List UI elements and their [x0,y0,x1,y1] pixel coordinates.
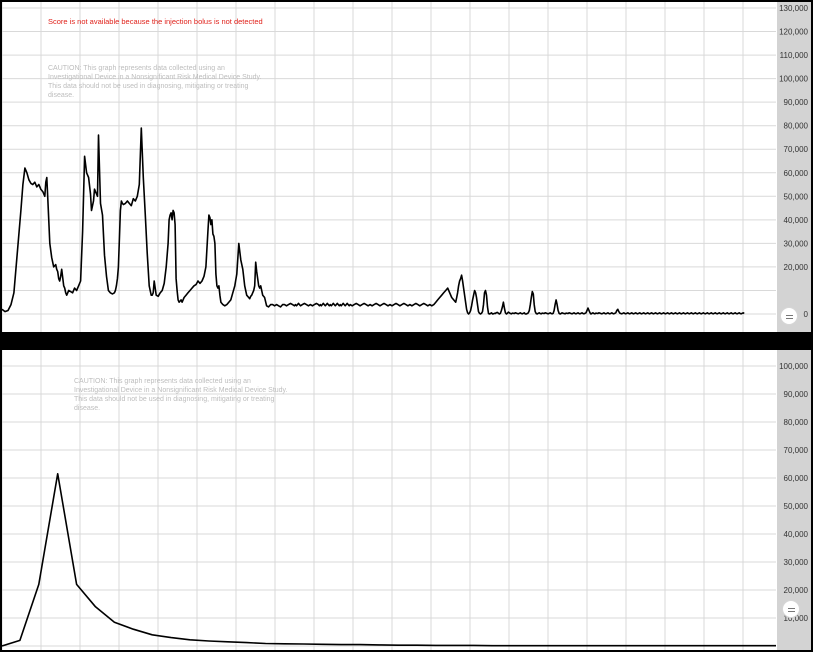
y-tick-label: 90,000 [784,98,809,107]
y-tick-label: 30,000 [784,558,809,567]
y-tick-label: 40,000 [784,530,809,539]
series-line [2,127,745,315]
y-tick-label: 130,000 [779,4,808,13]
y-tick-label: 60,000 [784,169,809,178]
reset-zoom-button[interactable] [782,600,800,618]
y-tick-label: 110,000 [780,51,809,60]
y-tick-label: 60,000 [784,474,809,483]
y-tick-label: 0 [804,310,809,319]
y-tick-label: 20,000 [784,263,809,272]
y-tick-label: 120,000 [779,28,808,37]
score-warning: Score is not available because the injec… [48,17,263,26]
top-chart-panel: 0 20,000 30,000 40,000 50,000 60,000 70,000 80,… [0,0,813,334]
y-tick-label: 90,000 [784,390,809,399]
y-tick-label: 80,000 [784,122,809,131]
caution-notice: CAUTION: This graph represents data coll… [48,65,262,99]
y-tick-label: 30,000 [784,239,809,248]
y-tick-label: 100,000 [779,75,808,84]
reset-zoom-button[interactable] [780,307,798,325]
y-tick-label: 100,000 [779,362,808,371]
y-tick-label: 20,000 [784,586,809,595]
panel-divider [0,334,813,348]
y-tick-label: 70,000 [784,145,809,154]
y-tick-label: 80,000 [784,418,809,427]
series-line [2,473,776,647]
top-line-chart: 0 20,000 30,000 40,000 50,000 60,000 70,000 80,… [2,2,811,332]
y-tick-label: 40,000 [784,216,809,225]
bottom-chart-panel: 10,000 20,000 30,000 40,000 50,000 60,000 70,0… [0,348,813,652]
caution-notice: CAUTION: This graph represents data coll… [74,378,288,412]
y-tick-label: 50,000 [784,192,809,201]
y-tick-label: 70,000 [784,446,809,455]
y-tick-label: 50,000 [784,502,809,511]
